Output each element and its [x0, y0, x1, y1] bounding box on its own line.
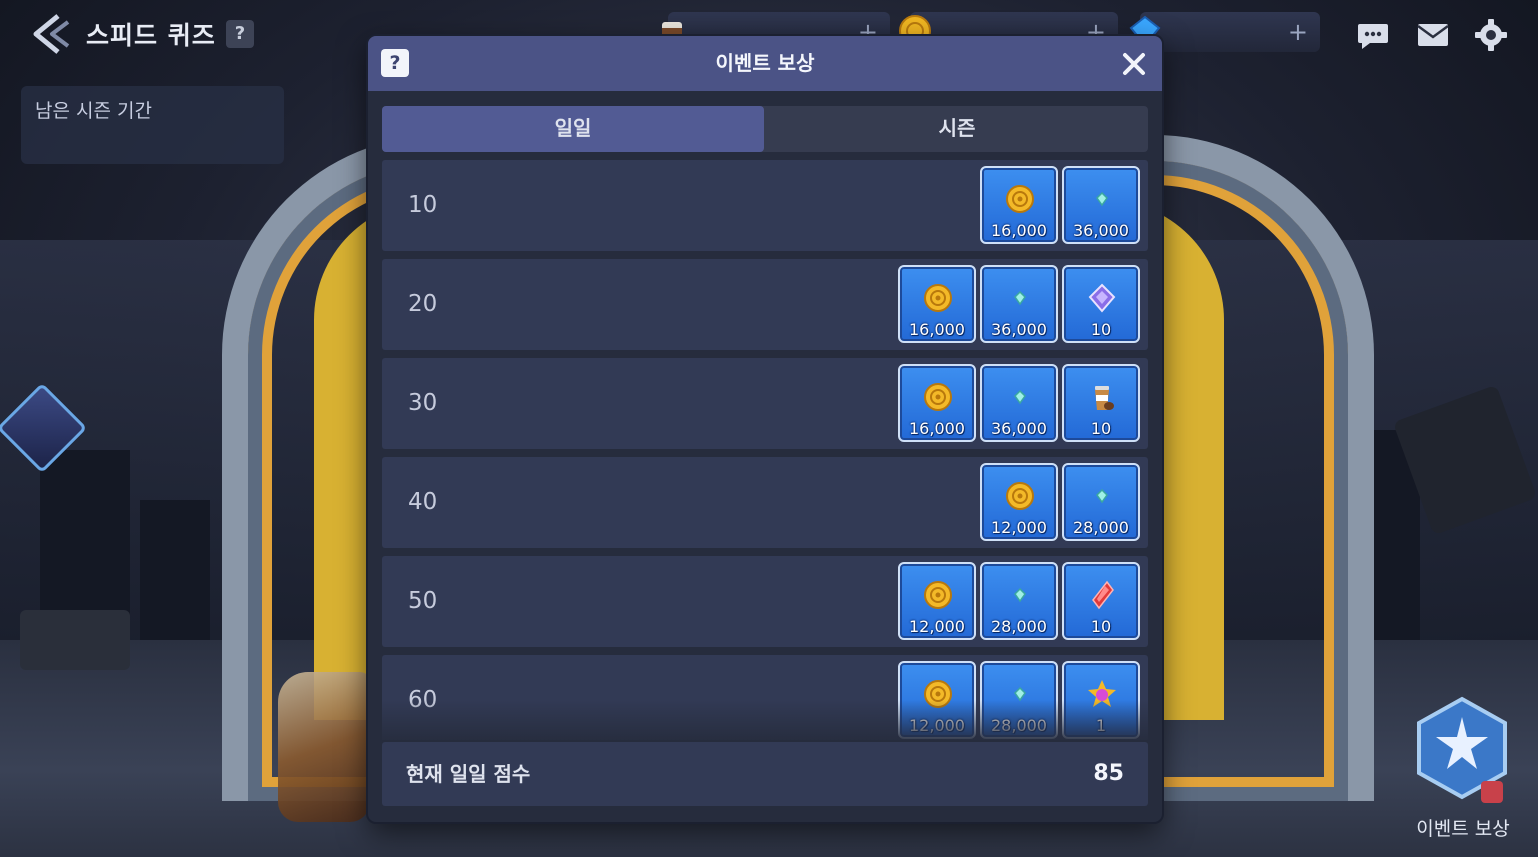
- purple-gem-icon: [1088, 283, 1116, 313]
- reward-item[interactable]: 36,000: [980, 364, 1058, 442]
- page-title: 스피드 퀴즈: [86, 21, 216, 50]
- list-scroll-fade: [380, 700, 1150, 740]
- reward-item[interactable]: 10: [1062, 265, 1140, 343]
- reward-level: 40: [408, 489, 438, 515]
- dialog-title: 이벤트 보상: [715, 51, 815, 75]
- daily-score-bar: 현재 일일 점수 85: [382, 742, 1148, 806]
- currency-diamond: +: [1129, 12, 1320, 52]
- reward-row: 10 16,000 36,000: [382, 160, 1148, 251]
- reward-level: 10: [408, 192, 438, 218]
- crystal-icon: [1096, 191, 1108, 207]
- event-reward-star-icon[interactable]: [1405, 695, 1519, 810]
- reward-level: 20: [408, 291, 438, 317]
- crystal-icon: [1014, 587, 1026, 603]
- reward-item[interactable]: 28,000: [980, 562, 1058, 640]
- reward-list[interactable]: 10 16,000 36,000 20 16,000 36,000 10 30 16,000 36…: [380, 160, 1150, 740]
- red-gem-icon: [1092, 580, 1114, 610]
- reward-amount: 16,000: [909, 320, 965, 339]
- character-sprite: [278, 672, 370, 822]
- reward-item[interactable]: 12,000: [898, 562, 976, 640]
- reward-amount: 10: [1090, 320, 1112, 339]
- reward-items: 16,000 36,000: [980, 166, 1140, 246]
- coffee-cup-icon: [1095, 386, 1114, 410]
- reward-row: 20 16,000 36,000 10: [382, 259, 1148, 350]
- dialog-help-button[interactable]: ?: [381, 49, 409, 77]
- reward-item[interactable]: 16,000: [980, 166, 1058, 244]
- mail-icon[interactable]: [1416, 18, 1450, 52]
- back-arrow-icon[interactable]: [28, 12, 72, 56]
- reward-amount: 16,000: [991, 221, 1047, 240]
- reward-items: 12,000 28,000: [980, 463, 1140, 543]
- reward-level: 50: [408, 588, 438, 614]
- camera-prop: [20, 610, 130, 670]
- season-period-box: 남은 시즌 기간: [21, 86, 284, 164]
- reward-amount: 10: [1090, 419, 1112, 438]
- reward-amount: 10: [1090, 617, 1112, 636]
- daily-score-value: 85: [1093, 761, 1124, 786]
- reward-row: 30 16,000 36,000 10: [382, 358, 1148, 449]
- coin-icon: [924, 284, 952, 312]
- coin-icon: [924, 383, 952, 411]
- reward-item[interactable]: 28,000: [1062, 463, 1140, 541]
- coin-icon: [1006, 482, 1034, 510]
- coin-icon: [924, 581, 952, 609]
- season-period-label: 남은 시즌 기간: [35, 100, 152, 122]
- daily-score-label: 현재 일일 점수: [406, 762, 531, 786]
- crystal-icon: [1014, 290, 1026, 306]
- add-diamond-button[interactable]: +: [1288, 18, 1308, 46]
- reward-item[interactable]: 36,000: [980, 265, 1058, 343]
- reward-amount: 28,000: [1073, 518, 1129, 537]
- reward-items: 16,000 36,000 10: [898, 364, 1140, 444]
- reward-items: 12,000 28,000 10: [898, 562, 1140, 642]
- reward-amount: 36,000: [991, 320, 1047, 339]
- close-icon[interactable]: [1120, 50, 1148, 78]
- help-button[interactable]: ?: [226, 20, 254, 48]
- reward-amount: 12,000: [909, 617, 965, 636]
- reward-amount: 12,000: [991, 518, 1047, 537]
- tab-season[interactable]: 시즌: [766, 106, 1148, 152]
- event-reward-dialog: 이벤트 보상 ? 일일 시즌 10 16,000 36,000 20 16,000 36,…: [368, 36, 1162, 822]
- tab-daily[interactable]: 일일: [382, 106, 764, 152]
- reward-item[interactable]: 10: [1062, 364, 1140, 442]
- reward-amount: 36,000: [991, 419, 1047, 438]
- crystal-icon: [1014, 389, 1026, 405]
- reward-item[interactable]: 36,000: [1062, 166, 1140, 244]
- settings-gear-icon[interactable]: [1474, 18, 1508, 52]
- reward-item[interactable]: 16,000: [898, 364, 976, 442]
- dialog-header: 이벤트 보상 ?: [368, 36, 1162, 91]
- reward-items: 16,000 36,000 10: [898, 265, 1140, 345]
- reward-item[interactable]: 12,000: [980, 463, 1058, 541]
- reward-tabs: 일일 시즌: [382, 106, 1148, 152]
- reward-row: 40 12,000 28,000: [382, 457, 1148, 548]
- reward-item[interactable]: 16,000: [898, 265, 976, 343]
- chat-icon[interactable]: [1356, 18, 1390, 52]
- reward-level: 30: [408, 390, 438, 416]
- building-silhouette: [140, 500, 210, 650]
- coin-icon: [1006, 185, 1034, 213]
- crystal-icon: [1096, 488, 1108, 504]
- reward-item[interactable]: 10: [1062, 562, 1140, 640]
- reward-row: 50 12,000 28,000 10: [382, 556, 1148, 647]
- event-reward-label[interactable]: 이벤트 보상: [1398, 814, 1528, 841]
- reward-amount: 28,000: [991, 617, 1047, 636]
- reward-amount: 36,000: [1073, 221, 1129, 240]
- reward-amount: 16,000: [909, 419, 965, 438]
